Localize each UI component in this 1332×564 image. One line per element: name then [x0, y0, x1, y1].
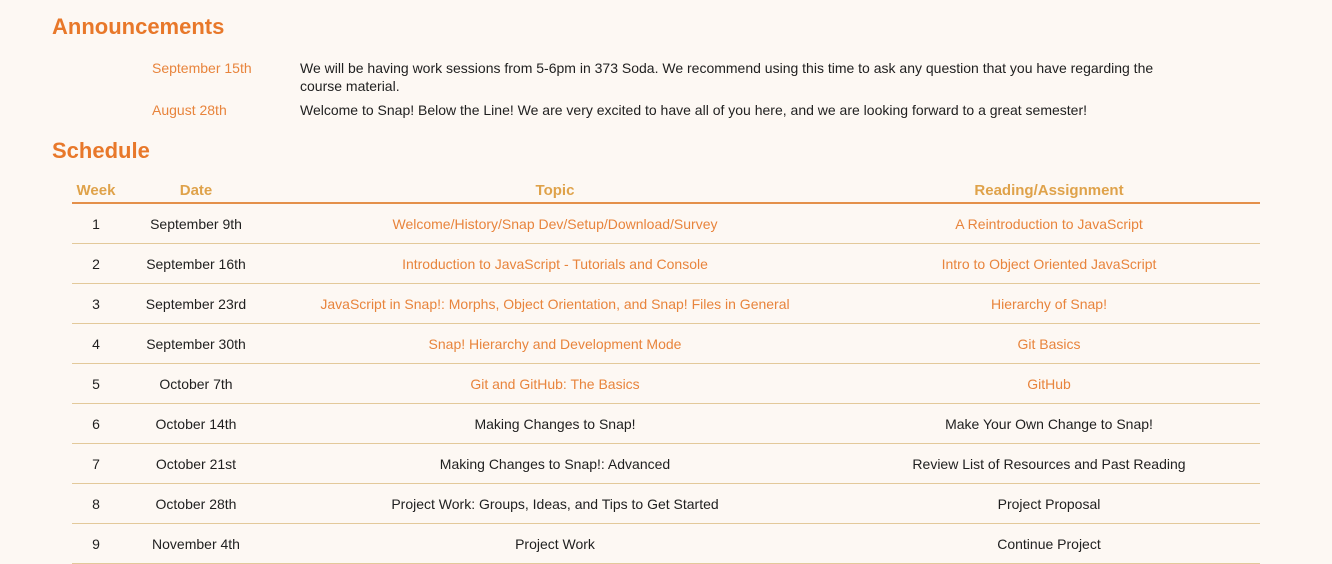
date-cell: September 16th [120, 243, 272, 284]
topic-cell: Making Changes to Snap! [272, 403, 838, 444]
topic-cell: Making Changes to Snap!: Advanced [272, 443, 838, 484]
date-cell: November 4th [120, 523, 272, 564]
table-row: 6 October 14th Making Changes to Snap! M… [72, 403, 1260, 444]
date-cell: September 23rd [120, 283, 272, 324]
week-cell: 1 [72, 203, 120, 244]
topic-link[interactable]: Snap! Hierarchy and Development Mode [272, 323, 838, 364]
week-cell: 3 [72, 283, 120, 324]
week-cell: 6 [72, 403, 120, 444]
week-cell: 9 [72, 523, 120, 564]
table-row: 1 September 9th Welcome/History/Snap Dev… [72, 203, 1260, 244]
column-header-date: Date [120, 178, 272, 204]
column-header-reading: Reading/Assignment [838, 178, 1260, 204]
week-cell: 2 [72, 243, 120, 284]
table-row: 4 September 30th Snap! Hierarchy and Dev… [72, 323, 1260, 364]
topic-link[interactable]: Git and GitHub: The Basics [272, 363, 838, 404]
announcement-date: August 28th [152, 102, 227, 118]
date-cell: September 9th [120, 203, 272, 244]
announcements-heading: Announcements [52, 14, 225, 39]
announcement-text: Welcome to Snap! Below the Line! We are … [300, 102, 1088, 118]
column-header-topic: Topic [272, 178, 838, 204]
announcement-date: September 15th [152, 60, 252, 76]
week-cell: 8 [72, 483, 120, 524]
topic-link[interactable]: Welcome/History/Snap Dev/Setup/Download/… [272, 203, 838, 244]
reading-link[interactable]: Git Basics [838, 323, 1260, 364]
table-row: 3 September 23rd JavaScript in Snap!: Mo… [72, 283, 1260, 324]
reading-link[interactable]: Intro to Object Oriented JavaScript [838, 243, 1260, 284]
topic-link[interactable]: Introduction to JavaScript - Tutorials a… [272, 243, 838, 284]
schedule-table: Week Date Topic Reading/Assignment 1 Sep… [72, 178, 1260, 564]
column-header-week: Week [72, 178, 120, 204]
topic-cell: Project Work: Groups, Ideas, and Tips to… [272, 483, 838, 524]
table-header-row: Week Date Topic Reading/Assignment [72, 178, 1260, 204]
reading-link[interactable]: GitHub [838, 363, 1260, 404]
topic-link[interactable]: JavaScript in Snap!: Morphs, Object Orie… [272, 283, 838, 324]
date-cell: October 21st [120, 443, 272, 484]
date-cell: October 28th [120, 483, 272, 524]
date-cell: October 14th [120, 403, 272, 444]
reading-cell: Project Proposal [838, 483, 1260, 524]
schedule-heading: Schedule [52, 138, 150, 163]
announcement-text: We will be having work sessions from 5-6… [300, 60, 1154, 94]
reading-cell: Review List of Resources and Past Readin… [838, 443, 1260, 484]
table-row: 5 October 7th Git and GitHub: The Basics… [72, 363, 1260, 404]
table-row: 9 November 4th Project Work Continue Pro… [72, 523, 1260, 564]
table-row: 8 October 28th Project Work: Groups, Ide… [72, 483, 1260, 524]
table-row: 7 October 21st Making Changes to Snap!: … [72, 443, 1260, 484]
reading-cell: Make Your Own Change to Snap! [838, 403, 1260, 444]
reading-link[interactable]: Hierarchy of Snap! [838, 283, 1260, 324]
week-cell: 5 [72, 363, 120, 404]
week-cell: 4 [72, 323, 120, 364]
reading-link[interactable]: A Reintroduction to JavaScript [838, 203, 1260, 244]
reading-cell: Continue Project [838, 523, 1260, 564]
table-row: 2 September 16th Introduction to JavaScr… [72, 243, 1260, 284]
date-cell: September 30th [120, 323, 272, 364]
week-cell: 7 [72, 443, 120, 484]
topic-cell: Project Work [272, 523, 838, 564]
date-cell: October 7th [120, 363, 272, 404]
